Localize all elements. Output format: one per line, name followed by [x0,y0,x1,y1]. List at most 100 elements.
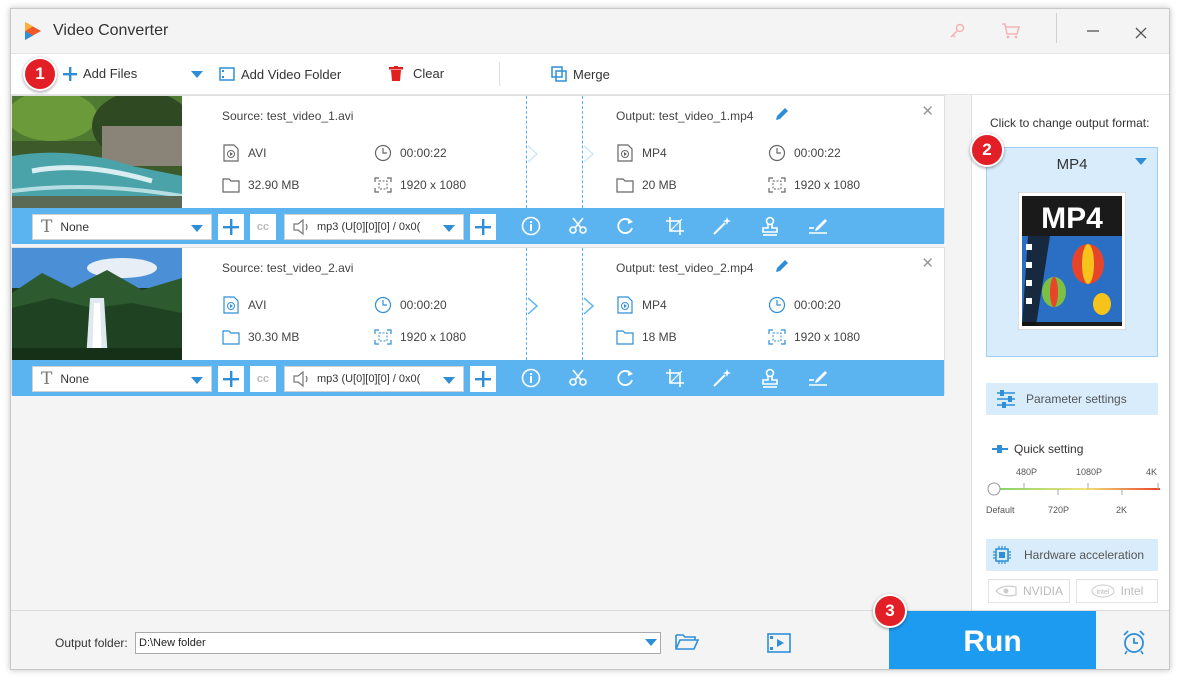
output-format-value: MP4 [642,298,667,312]
source-duration-value: 00:00:20 [400,298,447,312]
audio-track-select[interactable]: mp3 (U[0][0][0] / 0x0( [284,214,464,240]
plus-icon [223,371,239,387]
source-duration-value: 00:00:22 [400,146,447,160]
crop-icon[interactable] [664,215,686,237]
magic-wand-icon[interactable] [711,215,733,237]
clock-icon [374,296,392,314]
add-subtitle-button[interactable] [218,214,244,240]
arrow-right-icon [527,145,539,163]
output-folder-input[interactable]: D:\New folder [135,632,661,654]
arrow-right-icon [583,145,595,163]
scissors-icon[interactable] [567,367,589,389]
add-audio-button[interactable] [470,214,496,240]
audio-track-value: mp3 (U[0][0][0] / 0x0( [317,373,421,385]
add-video-folder-button[interactable]: Add Video Folder [219,66,341,82]
cc-settings-button[interactable]: cc [250,214,276,240]
plus-icon [475,219,491,235]
key-icon[interactable] [945,19,969,43]
source-format-value: AVI [248,146,267,160]
add-files-dropdown[interactable] [191,71,203,79]
folder-icon [222,176,240,194]
text-icon: T [41,217,53,237]
slider-label-default: Default [986,505,1015,515]
source-filename: Source: test_video_1.avi [222,109,354,123]
video-thumbnail[interactable] [12,248,182,360]
output-resolution-value: 1920 x 1080 [794,330,861,344]
resolution-icon [768,176,786,194]
slider-label-1080p: 1080P [1076,467,1103,477]
mp4-format-icon: MP4 [1017,191,1127,331]
preview-output-icon[interactable] [767,633,791,656]
video-thumbnail[interactable] [12,96,182,208]
slider-thumb[interactable] [987,482,1001,496]
intel-logo-icon: intel [1091,584,1115,598]
scissors-icon[interactable] [567,215,589,237]
source-filename: Source: test_video_2.avi [222,261,354,275]
minimize-icon[interactable] [1081,19,1105,43]
file-item: Source: test_video_2.avi AVI 00:00:20 30… [11,247,945,396]
info-icon[interactable] [520,367,542,389]
cc-settings-button[interactable]: cc [250,366,276,392]
close-icon[interactable] [1129,21,1153,45]
edit-pencil-icon[interactable] [774,106,790,122]
remove-item-icon[interactable]: ✕ [921,254,934,272]
cart-icon[interactable] [999,19,1023,43]
audio-track-select[interactable]: mp3 (U[0][0][0] / 0x0( [284,366,464,392]
output-folder-dropdown[interactable] [642,633,660,653]
source-resolution: 1920 x 1080 [374,328,466,346]
intel-option[interactable]: intel Intel [1076,579,1158,603]
watermark-stamp-icon[interactable] [759,367,781,389]
remove-item-icon[interactable]: ✕ [921,102,934,120]
rotate-icon[interactable] [615,215,637,237]
step-badge-3: 3 [873,594,907,628]
run-button[interactable]: Run [889,611,1096,669]
crop-icon[interactable] [664,367,686,389]
merge-button[interactable]: Merge [551,66,610,82]
caret-down-icon [443,225,455,232]
output-duration: 00:00:22 [768,144,841,162]
output-duration-value: 00:00:22 [794,146,841,160]
source-resolution-value: 1920 x 1080 [400,330,467,344]
edit-metadata-icon[interactable] [807,215,829,237]
watermark-stamp-icon[interactable] [759,215,781,237]
merge-label: Merge [573,66,610,82]
parameter-settings-button[interactable]: Parameter settings [986,383,1158,415]
sliders-icon [997,390,1015,408]
plus-icon [223,219,239,235]
info-icon[interactable] [520,215,542,237]
caret-down-icon [645,639,657,646]
output-format-selector[interactable]: MP4 MP4 [986,147,1158,357]
subtitle-select[interactable]: T None [32,214,212,240]
output-format-value: MP4 [642,146,667,160]
add-subtitle-button[interactable] [218,366,244,392]
edit-metadata-icon[interactable] [807,367,829,389]
output-format-hint: Click to change output format: [990,116,1150,130]
output-resolution: 1920 x 1080 [768,328,860,346]
resolution-icon [374,328,392,346]
file-list: Source: test_video_1.avi AVI 00:00:22 32… [11,95,961,610]
speaker-icon [293,371,308,387]
caret-down-icon [191,71,203,78]
quality-slider[interactable]: 480P 1080P 4K Default 720P 2K [986,467,1162,527]
subtitle-select[interactable]: T None [32,366,212,392]
add-audio-button[interactable] [470,366,496,392]
toolbar: Add Files Add Video Folder Clear Merge [11,53,1169,95]
output-format: MP4 [616,296,667,314]
source-size: 30.30 MB [222,328,299,346]
alarm-clock-icon[interactable] [1121,629,1147,658]
nvidia-label: NVIDIA [1022,584,1063,598]
edit-pencil-icon[interactable] [774,258,790,274]
app-logo-icon [25,22,41,40]
add-files-button[interactable]: Add Files [63,66,137,81]
clear-button[interactable]: Clear [389,66,444,81]
video-file-icon [222,144,240,162]
audio-track-value: mp3 (U[0][0][0] / 0x0( [317,221,421,233]
output-size-value: 18 MB [642,330,677,344]
magic-wand-icon[interactable] [711,367,733,389]
hardware-acceleration-button[interactable]: Hardware acceleration [986,539,1158,571]
chip-icon [993,546,1011,564]
nvidia-option[interactable]: NVIDIA [988,579,1070,603]
open-folder-icon[interactable] [675,633,700,654]
resolution-icon [768,328,786,346]
rotate-icon[interactable] [615,367,637,389]
